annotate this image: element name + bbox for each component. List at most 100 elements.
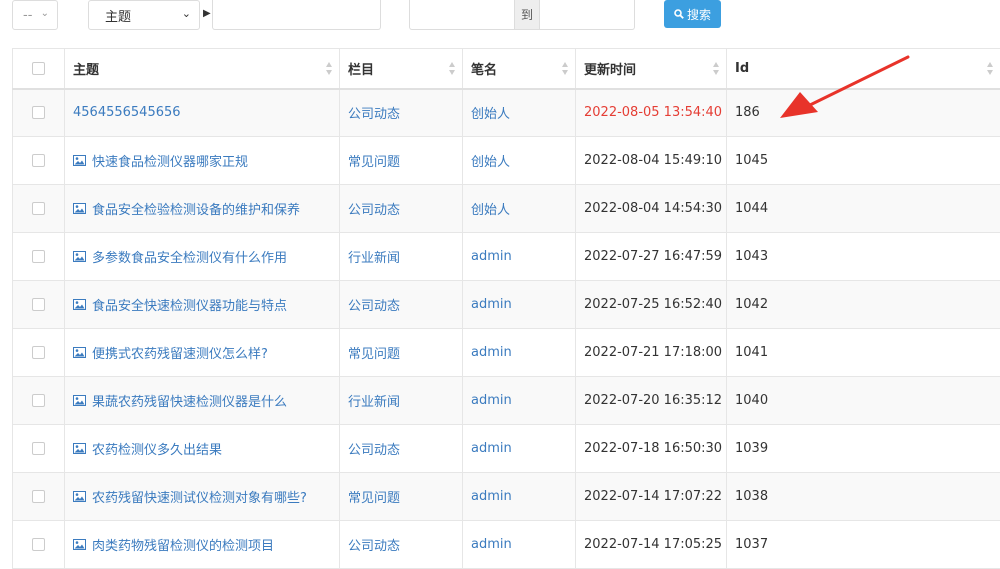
title-link[interactable]: 农药残留快速测试仪检测对象有哪些?	[92, 487, 307, 506]
chevron-down-icon: ⌄	[40, 8, 49, 19]
operator-select[interactable]: -- ⌄	[12, 0, 58, 30]
row-checkbox[interactable]	[32, 202, 45, 215]
header-author[interactable]: 笔名	[462, 48, 576, 89]
column-link[interactable]: 公司动态	[348, 299, 400, 314]
row-checkbox[interactable]	[32, 490, 45, 503]
column-link[interactable]: 公司动态	[348, 539, 400, 554]
select-all-checkbox[interactable]	[32, 61, 45, 75]
author-cell: admin	[462, 376, 576, 425]
row-checkbox[interactable]	[32, 394, 45, 407]
row-checkbox[interactable]	[32, 106, 45, 120]
image-icon	[73, 347, 86, 358]
author-link[interactable]: admin	[471, 249, 512, 264]
title-link[interactable]: 果蔬农药残留快速检测仪器是什么	[92, 391, 287, 410]
author-link[interactable]: 创始人	[471, 155, 510, 170]
column-cell: 常见问题	[339, 328, 463, 377]
author-link[interactable]: admin	[471, 393, 512, 408]
author-link[interactable]: 创始人	[471, 107, 510, 122]
row-id: 1038	[735, 489, 769, 504]
row-checkbox-cell	[12, 424, 65, 473]
row-checkbox-cell	[12, 232, 65, 281]
row-checkbox[interactable]	[32, 442, 45, 455]
header-author-label: 笔名	[471, 62, 498, 78]
updated-cell: 2022-08-05 13:54:40	[575, 88, 727, 137]
column-cell: 公司动态	[339, 424, 463, 473]
title-cell: 肉类药物残留检测仪的检测项目	[64, 520, 340, 569]
title-link[interactable]: 便携式农药残留速测仪怎么样?	[92, 343, 268, 362]
author-link[interactable]: admin	[471, 441, 512, 456]
row-id: 1043	[735, 249, 769, 264]
row-checkbox-cell	[12, 136, 65, 185]
select-all-checkbox-cell	[12, 48, 65, 89]
range-input-group: 到	[409, 0, 635, 30]
author-link[interactable]: admin	[471, 537, 512, 552]
row-checkbox[interactable]	[32, 250, 45, 263]
updated-cell: 2022-07-14 17:07:22	[575, 472, 727, 521]
search-button[interactable]: 搜索	[664, 0, 721, 28]
title-link[interactable]: 4564556545656	[73, 105, 181, 120]
field-select[interactable]: 主题 ⌄	[88, 0, 200, 30]
column-link[interactable]: 常见问题	[348, 155, 400, 170]
updated-cell: 2022-07-27 16:47:59	[575, 232, 727, 281]
title-link[interactable]: 食品安全检验检测设备的维护和保养	[92, 199, 300, 218]
author-link[interactable]: admin	[471, 297, 512, 312]
title-link[interactable]: 农药检测仪多久出结果	[92, 439, 222, 458]
title-cell: 多参数食品安全检测仪有什么作用	[64, 232, 340, 281]
updated-time: 2022-07-25 16:52:40	[584, 297, 723, 312]
header-column[interactable]: 栏目	[339, 48, 463, 89]
column-link[interactable]: 常见问题	[348, 347, 400, 362]
author-cell: admin	[462, 232, 576, 281]
updated-time: 2022-07-21 17:18:00	[584, 345, 723, 360]
author-cell: admin	[462, 472, 576, 521]
author-link[interactable]: admin	[471, 489, 512, 504]
row-checkbox[interactable]	[32, 538, 45, 551]
updated-time: 2022-07-18 16:50:30	[584, 441, 723, 456]
sort-icon[interactable]	[987, 62, 993, 75]
column-link[interactable]: 行业新闻	[348, 395, 400, 410]
table-body: 4564556545656 公司动态 创始人 2022-08-05 13:54:40 1…	[12, 88, 1000, 569]
row-checkbox[interactable]	[32, 154, 45, 167]
keyword-input[interactable]	[212, 0, 381, 30]
sort-icon[interactable]	[562, 62, 568, 75]
title-link[interactable]: 肉类药物残留检测仪的检测项目	[92, 535, 274, 554]
caret-right-icon: ▶	[203, 8, 211, 19]
author-cell: admin	[462, 328, 576, 377]
image-icon	[73, 491, 86, 502]
column-link[interactable]: 行业新闻	[348, 251, 400, 266]
column-link[interactable]: 公司动态	[348, 203, 400, 218]
title-link[interactable]: 快速食品检测仪器哪家正规	[92, 151, 248, 170]
field-select-value: 主题	[105, 9, 132, 25]
author-cell: 创始人	[462, 88, 576, 137]
table-row: 多参数食品安全检测仪有什么作用 行业新闻 admin 2022-07-27 16:47…	[12, 232, 1000, 281]
content-table: 主题 栏目 笔名 更新时间 Id 4564556545656 公司动态 创始人 202…	[12, 48, 1000, 569]
image-icon	[73, 251, 86, 262]
sort-icon[interactable]	[326, 62, 332, 75]
title-link[interactable]: 多参数食品安全检测仪有什么作用	[92, 247, 287, 266]
column-cell: 行业新闻	[339, 232, 463, 281]
header-updated[interactable]: 更新时间	[575, 48, 727, 89]
updated-cell: 2022-08-04 15:49:10	[575, 136, 727, 185]
updated-time: 2022-08-05 13:54:40	[584, 105, 723, 121]
header-title[interactable]: 主题	[64, 48, 340, 89]
filter-toolbar: -- ⌄ 主题 ⌄ ▶ 到 搜索	[0, 0, 1000, 36]
image-icon	[73, 395, 86, 406]
sort-icon[interactable]	[713, 62, 719, 75]
author-link[interactable]: admin	[471, 345, 512, 360]
updated-time: 2022-07-27 16:47:59	[584, 249, 723, 264]
column-link[interactable]: 常见问题	[348, 491, 400, 506]
range-end-input[interactable]	[540, 0, 635, 29]
author-link[interactable]: 创始人	[471, 203, 510, 218]
title-link[interactable]: 食品安全快速检测仪器功能与特点	[92, 295, 287, 314]
row-id: 1045	[735, 153, 769, 168]
row-checkbox[interactable]	[32, 346, 45, 359]
chevron-down-icon: ⌄	[181, 7, 191, 20]
title-cell: 农药残留快速测试仪检测对象有哪些?	[64, 472, 340, 521]
table-row: 食品安全快速检测仪器功能与特点 公司动态 admin 2022-07-25 16:52…	[12, 280, 1000, 329]
sort-icon[interactable]	[449, 62, 455, 75]
column-link[interactable]: 公司动态	[348, 443, 400, 458]
column-link[interactable]: 公司动态	[348, 107, 400, 122]
row-checkbox[interactable]	[32, 298, 45, 311]
updated-cell: 2022-07-18 16:50:30	[575, 424, 727, 473]
header-id[interactable]: Id	[726, 48, 1000, 89]
range-start-input[interactable]	[410, 0, 514, 29]
